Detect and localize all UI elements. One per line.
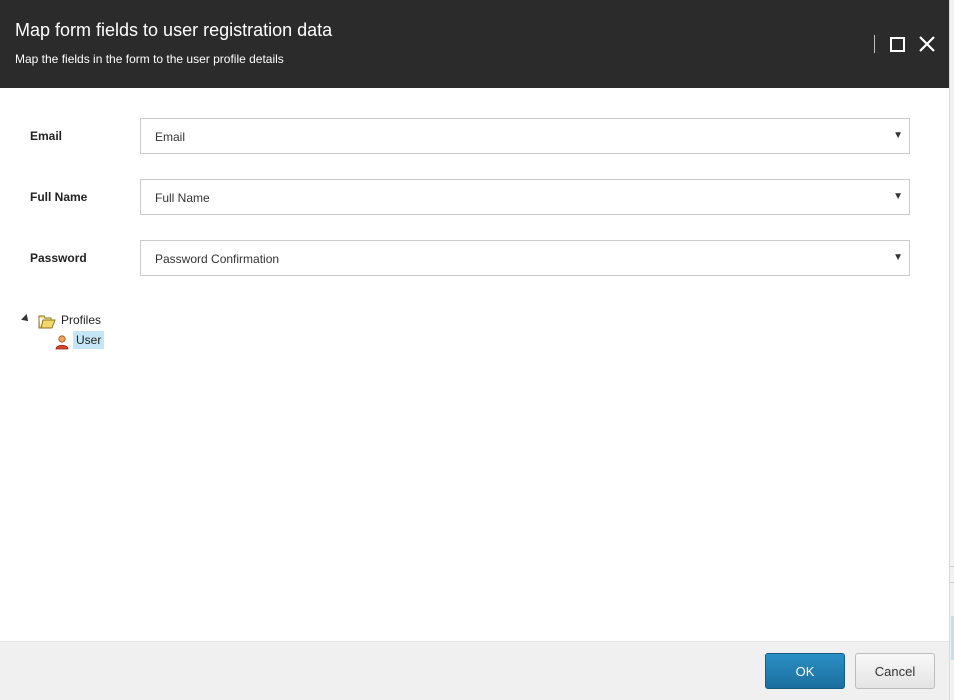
page-edge-divider bbox=[950, 566, 954, 567]
background-page-edge bbox=[949, 0, 954, 700]
email-row: Email Email ▼ bbox=[0, 118, 949, 154]
dialog-title: Map form fields to user registration dat… bbox=[15, 20, 333, 40]
user-icon bbox=[55, 335, 69, 350]
password-row: Password Password Confirmation ▼ bbox=[0, 240, 949, 276]
header-divider bbox=[874, 35, 875, 53]
password-label: Password bbox=[30, 251, 87, 265]
password-select[interactable]: Password Confirmation ▼ bbox=[140, 240, 910, 276]
chevron-down-icon: ▼ bbox=[893, 191, 903, 202]
tree-node-profiles[interactable]: Profiles bbox=[61, 313, 101, 327]
chevron-down-icon: ▼ bbox=[893, 252, 903, 263]
tree-collapse-icon[interactable] bbox=[21, 314, 31, 324]
full-name-label: Full Name bbox=[30, 190, 88, 204]
maximize-icon bbox=[890, 37, 905, 52]
email-label: Email bbox=[30, 129, 63, 143]
dialog-header: Map form fields to user registration dat… bbox=[0, 0, 949, 88]
dialog-footer: OK Cancel bbox=[0, 641, 949, 700]
full-name-select[interactable]: Full Name ▼ bbox=[140, 179, 910, 215]
cancel-button[interactable]: Cancel bbox=[855, 653, 935, 689]
email-select-value: Email bbox=[155, 130, 186, 144]
close-icon bbox=[919, 36, 935, 52]
ok-button[interactable]: OK bbox=[765, 653, 845, 689]
tree-node-user[interactable]: User bbox=[73, 331, 105, 349]
mapping-dialog: Map form fields to user registration dat… bbox=[0, 0, 949, 700]
email-select[interactable]: Email ▼ bbox=[140, 118, 910, 154]
page-edge-divider bbox=[950, 582, 954, 583]
close-button[interactable] bbox=[917, 34, 937, 54]
chevron-down-icon: ▼ bbox=[893, 130, 903, 141]
full-name-row: Full Name Full Name ▼ bbox=[0, 179, 949, 215]
folder-icon bbox=[38, 315, 56, 329]
full-name-select-value: Full Name bbox=[155, 191, 210, 205]
dialog-subtitle: Map the fields in the form to the user p… bbox=[15, 52, 284, 66]
password-select-value: Password Confirmation bbox=[155, 252, 280, 266]
maximize-button[interactable] bbox=[888, 35, 906, 53]
